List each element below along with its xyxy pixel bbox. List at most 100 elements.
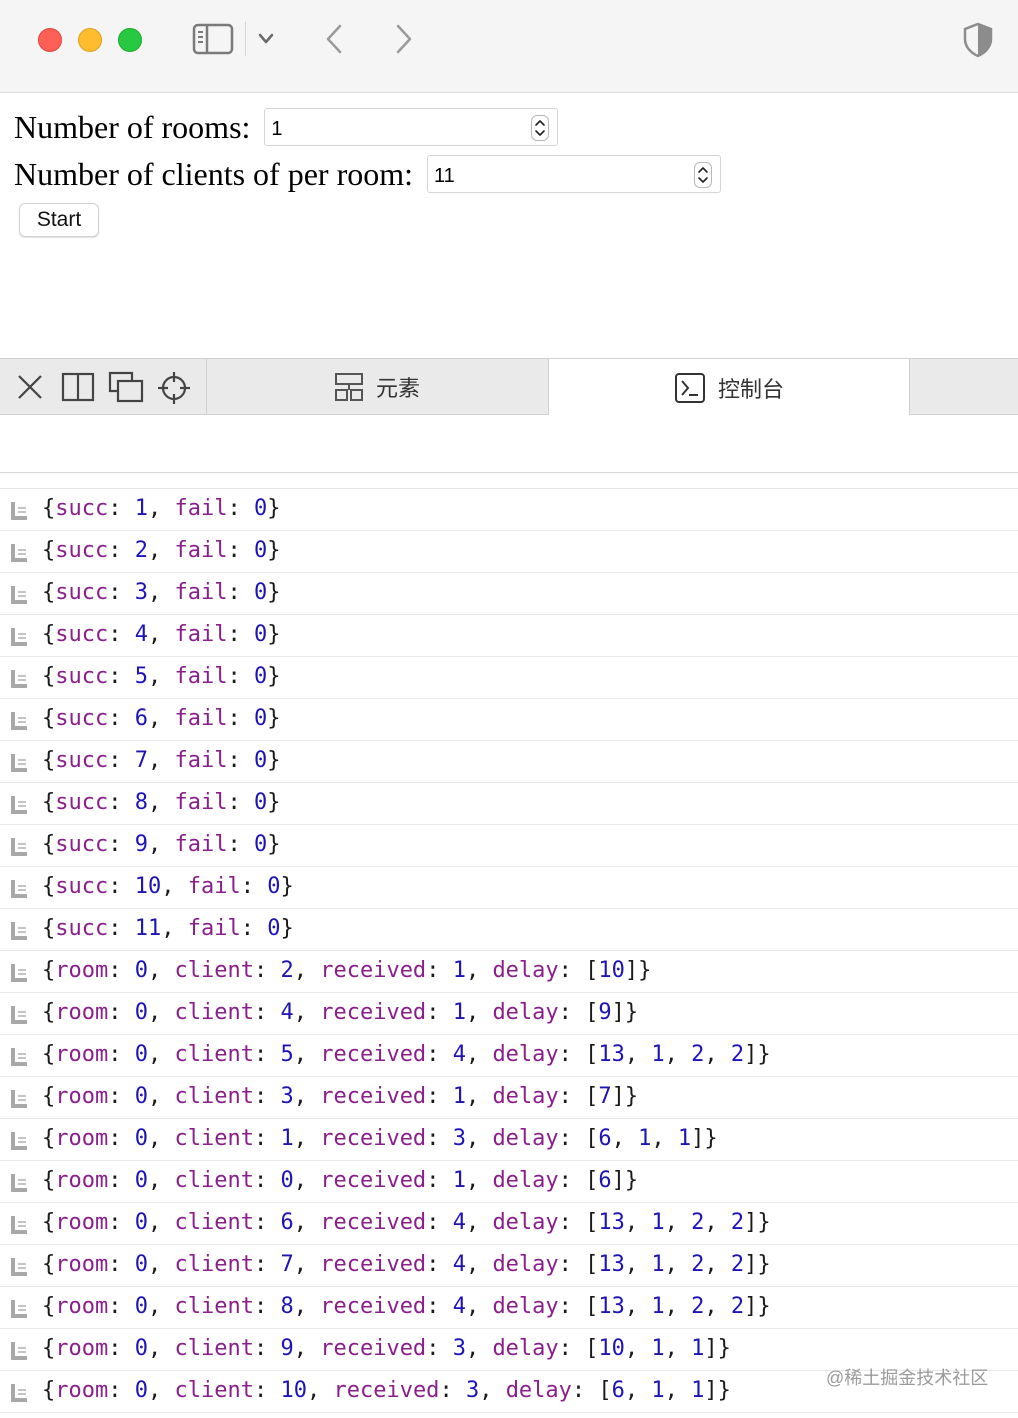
clients-input[interactable]: 11 [427, 155, 721, 193]
log-punctuation: , [147, 580, 175, 605]
log-punctuation: { [42, 1294, 56, 1319]
log-punctuation: : [108, 706, 135, 731]
log-key: client [174, 1168, 254, 1193]
log-punctuation: } [267, 832, 281, 857]
dock-side-icon[interactable] [61, 371, 95, 403]
log-punctuation: , [293, 1042, 321, 1067]
console-log-entry[interactable]: {succ: 1, fail: 0} [0, 489, 1018, 531]
log-punctuation: : [426, 1084, 453, 1109]
log-punctuation: : [108, 748, 135, 773]
log-punctuation: { [42, 958, 56, 983]
console-log-entry[interactable]: {succ: 6, fail: 0} [0, 699, 1018, 741]
log-punctuation: : [108, 664, 135, 689]
log-entry-text: {succ: 5, fail: 0} [42, 664, 280, 689]
log-entry-icon [10, 711, 28, 736]
log-key: received [320, 1252, 427, 1277]
log-punctuation: : [253, 958, 281, 983]
log-number: 8 [280, 1294, 294, 1319]
tab-console[interactable]: 控制台 [548, 359, 910, 416]
log-number: 1 [651, 1042, 665, 1067]
console-log-entry[interactable]: {succ: 11, fail: 0} [0, 909, 1018, 951]
log-punctuation: } [267, 706, 281, 731]
log-key: client [174, 1084, 254, 1109]
close-window-button[interactable] [38, 28, 62, 52]
console-log-entry[interactable]: {room: 0, client: 8, received: 4, delay:… [0, 1287, 1018, 1329]
rooms-stepper[interactable] [531, 115, 550, 141]
log-punctuation: : [ [558, 1210, 599, 1235]
console-log-entry[interactable]: {room: 0, client: 5, received: 4, delay:… [0, 1035, 1018, 1077]
log-punctuation: , [293, 1126, 321, 1151]
log-number: 0 [134, 1294, 148, 1319]
log-punctuation: { [42, 1210, 56, 1235]
log-punctuation: : [ [558, 958, 599, 983]
console-log-entry[interactable]: {room: 0, client: 2, received: 1, delay:… [0, 951, 1018, 993]
clients-stepper[interactable] [694, 162, 712, 188]
log-key: received [320, 1084, 427, 1109]
console-log-entry[interactable]: {room: 0, client: 6, received: 4, delay:… [0, 1203, 1018, 1245]
log-punctuation: , [465, 1000, 493, 1025]
clients-value: 11 [434, 165, 455, 187]
tab-elements[interactable]: 元素 [207, 359, 547, 415]
console-log-entry[interactable]: {succ: 2, fail: 0} [0, 531, 1018, 573]
sidebar-icon[interactable] [192, 22, 234, 56]
log-key: room [55, 958, 109, 983]
forward-icon[interactable] [392, 22, 416, 56]
console-log-entry[interactable]: {succ: 9, fail: 0} [0, 825, 1018, 867]
log-punctuation: } [280, 916, 294, 941]
console-log-entry[interactable]: {room: 0, client: 4, received: 1, delay:… [0, 993, 1018, 1035]
log-number: 1 [651, 1294, 665, 1319]
log-key: fail [187, 916, 241, 941]
log-punctuation: , [664, 1252, 692, 1277]
log-punctuation: : [426, 1294, 453, 1319]
log-entry-icon [10, 795, 28, 820]
console-log-entry[interactable]: {succ: 3, fail: 0} [0, 573, 1018, 615]
chevron-down-icon[interactable] [257, 32, 275, 46]
log-punctuation: , [479, 1378, 506, 1403]
console-log-entry[interactable]: {succ: 4, fail: 0} [0, 615, 1018, 657]
log-number: 13 [598, 1210, 625, 1235]
log-key: succ [55, 832, 109, 857]
log-entry-text: {room: 0, client: 2, received: 1, delay:… [42, 958, 651, 983]
console-log-entry[interactable]: {succ: 7, fail: 0} [0, 741, 1018, 783]
log-entry-text: {room: 0, client: 4, received: 1, delay:… [42, 1000, 638, 1025]
log-punctuation: , [651, 1126, 678, 1151]
log-punctuation: { [42, 1084, 56, 1109]
console-log-entry[interactable]: {room: 0, client: 7, received: 4, delay:… [0, 1245, 1018, 1287]
log-punctuation: : [108, 1336, 135, 1361]
log-number: 0 [134, 1084, 148, 1109]
inspect-element-icon[interactable] [157, 371, 191, 405]
log-number: 0 [253, 832, 268, 857]
zoom-window-button[interactable] [118, 28, 142, 52]
console-log-entry[interactable]: {room: 0, client: 0, received: 1, delay:… [0, 1161, 1018, 1203]
log-key: client [174, 1000, 254, 1025]
log-key: fail [174, 832, 228, 857]
console-log-entry[interactable]: {succ: 5, fail: 0} [0, 657, 1018, 699]
log-punctuation: , [624, 1210, 652, 1235]
log-punctuation: : [227, 496, 254, 521]
log-key: delay [505, 1378, 572, 1403]
start-button[interactable]: Start [19, 203, 99, 237]
log-punctuation: : [426, 1336, 453, 1361]
log-punctuation: : [426, 1000, 453, 1025]
stepper-arrows-icon [698, 167, 708, 183]
console-log-entry[interactable]: {succ: 8, fail: 0} [0, 783, 1018, 825]
console-log-entry[interactable]: {succ: 10, fail: 0} [0, 867, 1018, 909]
rooms-input[interactable]: 1 [264, 108, 559, 146]
detach-window-icon[interactable] [108, 371, 144, 403]
close-devtools-icon[interactable] [14, 371, 46, 403]
console-log-entry[interactable]: {room: 0, client: 3, received: 1, delay:… [0, 1077, 1018, 1119]
log-entry-icon [10, 1383, 28, 1408]
log-number: 4 [452, 1252, 466, 1277]
log-number: 1 [691, 1336, 705, 1361]
log-key: fail [174, 790, 228, 815]
elements-icon [334, 373, 363, 401]
back-icon[interactable] [322, 22, 346, 56]
log-punctuation: : [108, 496, 135, 521]
minimize-window-button[interactable] [78, 28, 102, 52]
log-punctuation: , [306, 1378, 334, 1403]
console-log-entry[interactable]: {room: 0, client: 1, received: 3, delay:… [0, 1119, 1018, 1161]
shield-icon[interactable] [962, 22, 994, 58]
log-number: 2 [730, 1252, 745, 1277]
log-key: delay [492, 958, 559, 983]
log-punctuation: : [ [558, 1042, 599, 1067]
